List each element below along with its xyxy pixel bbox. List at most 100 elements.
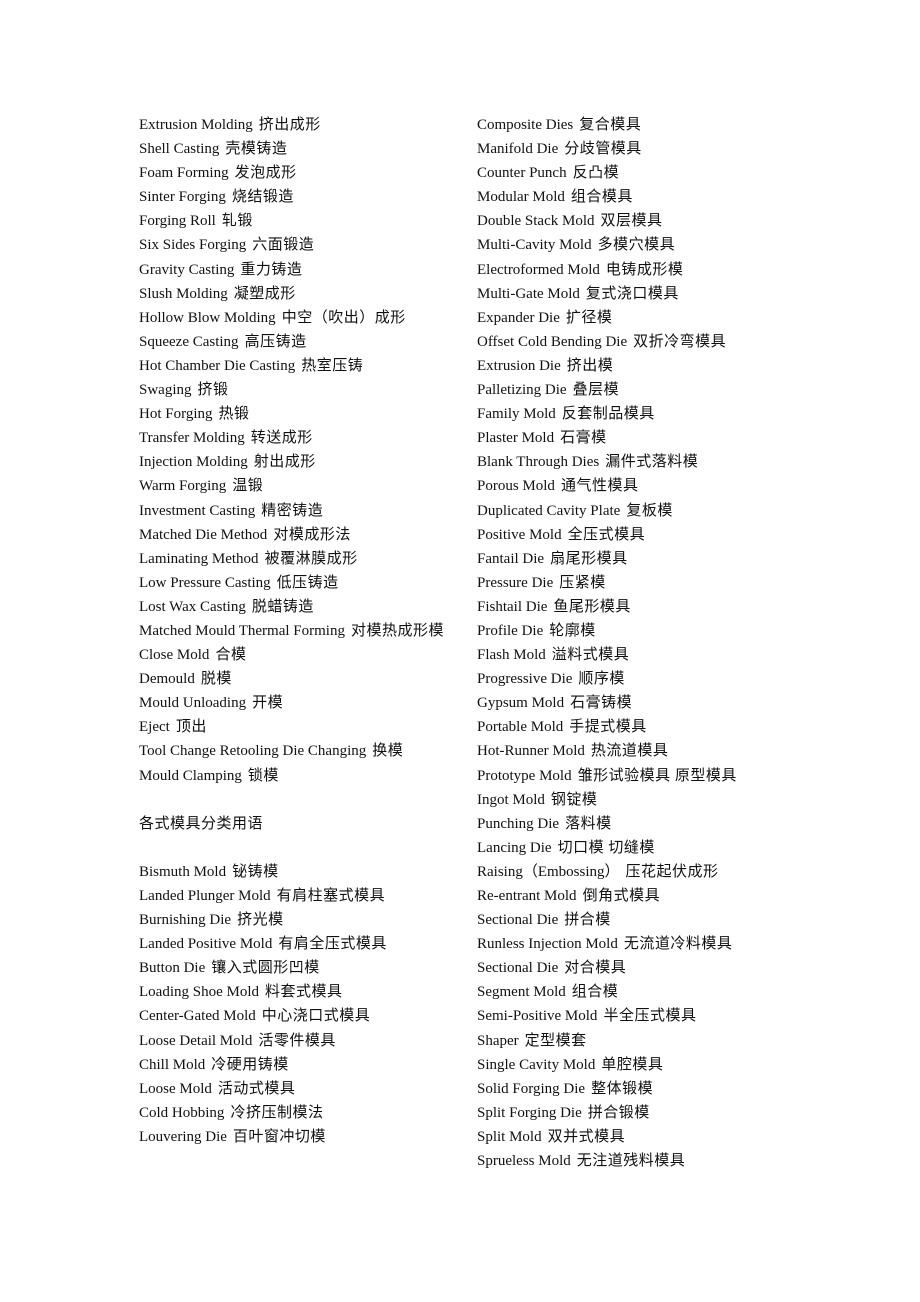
glossary-entry: Button Die 镶入式圆形凹模 (139, 956, 451, 980)
glossary-entry: Sprueless Mold 无注道残料模具 (477, 1149, 807, 1173)
chinese-term: 反凸模 (572, 165, 620, 182)
glossary-entry: Tool Change Retooling Die Changing 换模 (139, 739, 451, 763)
english-term: Forging Roll (139, 213, 216, 230)
glossary-entry: Matched Die Method 对模成形法 (139, 523, 451, 547)
glossary-entry: Offset Cold Bending Die 双折冷弯模具 (477, 330, 807, 354)
chinese-term: 有肩柱塞式模具 (276, 888, 386, 904)
chinese-term: 通气性模具 (560, 478, 639, 495)
english-term: Blank Through Dies (477, 454, 600, 471)
chinese-term: 雏形试验模具 原型模具 (577, 767, 737, 784)
chinese-term: 半全压式模具 (603, 1008, 697, 1025)
glossary-entry: Swaging 挤锻 (139, 378, 451, 402)
english-term: Punching Die (477, 815, 560, 832)
english-term: Fishtail Die (477, 598, 548, 615)
glossary-entry: Squeeze Casting 高压铸造 (139, 330, 451, 354)
english-term: Sectional Die (477, 960, 559, 977)
chinese-term: 挤出成形 (258, 117, 321, 133)
glossary-entry: Fishtail Die 鱼尾形模具 (477, 595, 807, 619)
english-term: Mould Clamping (139, 767, 242, 784)
chinese-term: 顶出 (175, 719, 207, 736)
english-term: Multi-Gate Mold (477, 285, 580, 302)
english-term: Segment Mold (477, 984, 566, 1001)
english-term: Louvering Die (139, 1128, 227, 1145)
english-term: Tool Change Retooling Die Changing (139, 743, 367, 760)
chinese-term: 切口模 切缝模 (557, 839, 655, 856)
chinese-term: 复板模 (626, 502, 673, 519)
english-term: Duplicated Cavity Plate (477, 502, 621, 519)
glossary-entry: Extrusion Molding 挤出成形 (139, 113, 451, 137)
glossary-entry: Plaster Mold 石膏模 (477, 426, 807, 450)
english-term: Hollow Blow Molding (139, 309, 276, 326)
glossary-entry: Burnishing Die 挤光模 (139, 908, 451, 932)
english-term: Squeeze Casting (139, 333, 239, 350)
chinese-term: 双层模具 (600, 213, 663, 230)
english-term: Flash Mold (477, 647, 546, 664)
chinese-term: 射出成形 (253, 454, 316, 471)
chinese-term: 轮廓模 (549, 622, 596, 639)
glossary-entry: Landed Positive Mold 有肩全压式模具 (139, 932, 451, 956)
chinese-term: 热流道模具 (590, 743, 669, 760)
english-term: Loose Detail Mold (139, 1032, 253, 1049)
chinese-term: 铋铸模 (232, 863, 279, 880)
chinese-term: 热锻 (218, 406, 250, 423)
glossary-entry: Lancing Die 切口模 切缝模 (477, 836, 807, 860)
glossary-entry: Investment Casting 精密铸造 (139, 499, 451, 523)
chinese-term: 六面锻造 (252, 237, 315, 254)
english-term: Gravity Casting (139, 261, 235, 278)
term-list-processes: Extrusion Molding 挤出成形 Shell Casting 壳模铸造 Fo… (139, 113, 451, 788)
english-term: Modular Mold (477, 189, 565, 206)
glossary-entry: Counter Punch 反凸模 (477, 161, 807, 185)
chinese-term: 料套式模具 (265, 984, 343, 1001)
english-term: Burnishing Die (139, 912, 232, 929)
chinese-term: 单腔模具 (601, 1056, 664, 1073)
english-term: Laminating Method (139, 550, 259, 567)
english-term: Pressure Die (477, 574, 554, 591)
chinese-term: 精密铸造 (261, 502, 324, 519)
chinese-term: 整体锻模 (591, 1080, 654, 1097)
chinese-term: 重力铸造 (240, 261, 303, 278)
english-term: Profile Die (477, 622, 544, 639)
glossary-entry: Gypsum Mold 石膏铸模 (477, 691, 807, 715)
glossary-entry: Sinter Forging 烧结锻造 (139, 185, 451, 209)
glossary-entry: Profile Die 轮廓模 (477, 619, 807, 643)
chinese-term: 脱模 (200, 671, 232, 688)
glossary-entry: Fantail Die 扇尾形模具 (477, 547, 807, 571)
english-term: Warm Forging (139, 478, 227, 495)
chinese-term: 有肩全压式模具 (278, 936, 387, 953)
english-term: Semi-Positive Mold (477, 1008, 598, 1025)
chinese-term: 双并式模具 (547, 1128, 626, 1145)
english-term: Center-Gated Mold (139, 1008, 256, 1025)
glossary-entry: Multi-Gate Mold 复式浇口模具 (477, 282, 807, 306)
glossary-entry: Positive Mold 全压式模具 (477, 523, 807, 547)
chinese-term: 百叶窗冲切模 (232, 1128, 326, 1145)
english-term: Ingot Mold (477, 791, 545, 808)
english-term: Hot Chamber Die Casting (139, 357, 296, 374)
chinese-term: 挤光模 (237, 912, 284, 929)
english-term: Hot-Runner Mold (477, 743, 585, 760)
glossary-entry: Re-entrant Mold 倒角式模具 (477, 884, 807, 908)
english-term: Transfer Molding (139, 430, 245, 447)
english-term: Chill Mold (139, 1056, 206, 1073)
glossary-entry: Raising（Embossing） 压花起伏成形 (477, 860, 807, 884)
chinese-term: 组合模具 (570, 189, 633, 206)
english-term: Extrusion Molding (139, 117, 253, 133)
english-term: Double Stack Mold (477, 213, 595, 230)
english-term: Progressive Die (477, 671, 573, 688)
chinese-term: 定型模套 (524, 1032, 587, 1049)
chinese-term: 组合模 (571, 984, 619, 1001)
english-term: Fantail Die (477, 550, 545, 567)
glossary-entry: Mould Clamping 锁模 (139, 764, 451, 788)
chinese-term: 对模热成形模 (350, 622, 444, 639)
glossary-entry: Family Mold 反套制品模具 (477, 402, 807, 426)
chinese-term: 中心浇口式模具 (261, 1008, 371, 1025)
glossary-entry: Modular Mold 组合模具 (477, 185, 807, 209)
chinese-term: 双折冷弯模具 (633, 333, 727, 350)
glossary-entry: Segment Mold 组合模 (477, 980, 807, 1004)
chinese-term: 活零件模具 (258, 1032, 336, 1049)
english-term: Solid Forging Die (477, 1080, 586, 1097)
glossary-entry: Semi-Positive Mold 半全压式模具 (477, 1004, 807, 1028)
glossary-entry: Portable Mold 手提式模具 (477, 715, 807, 739)
chinese-term: 活动式模具 (217, 1080, 296, 1097)
right-column: Composite Dies 复合模具 Manifold Die 分歧管模具 Count… (477, 113, 807, 1173)
chinese-term: 被覆淋膜成形 (264, 550, 358, 567)
